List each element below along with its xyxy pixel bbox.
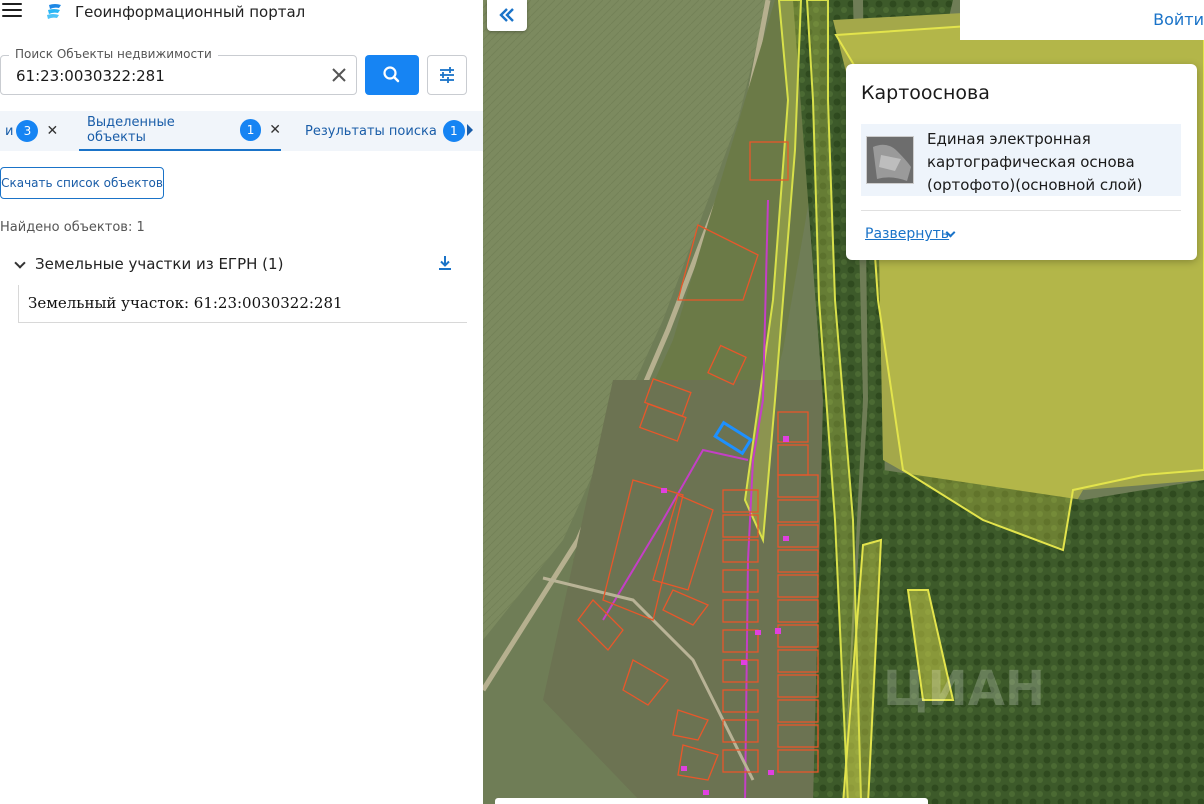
tab-count-badge: 3 (16, 120, 39, 142)
search-input[interactable]: 61:23:0030322:281 (16, 67, 165, 85)
app-title: Геоинформационный портал (75, 3, 306, 21)
tab-label: Выделенные объекты (87, 115, 175, 145)
result-group-label: Земельные участки из ЕГРН (1) (35, 255, 284, 273)
tab-partial[interactable]: и 3 ✕ (5, 111, 58, 151)
filter-button[interactable] (427, 55, 467, 95)
basemap-panel: Картооснова Единая электронная картограф… (846, 64, 1197, 260)
download-icon[interactable] (437, 254, 453, 272)
layer-label: Единая электронная картографическая осно… (927, 130, 1143, 194)
close-icon[interactable]: ✕ (269, 122, 281, 138)
search-button[interactable] (365, 55, 419, 95)
basemap-title: Картооснова (861, 82, 990, 104)
bottom-panel-handle[interactable] (495, 798, 928, 804)
scroll-right-icon[interactable] (467, 124, 473, 136)
app-root: Геоинформационный портал Поиск Объекты н… (0, 0, 1204, 804)
close-icon[interactable]: ✕ (46, 123, 58, 139)
menu-icon[interactable] (2, 3, 22, 19)
login-area: Войти (960, 0, 1204, 40)
collapse-panel-button[interactable] (487, 0, 527, 31)
search-icon (383, 66, 400, 83)
double-chevron-left-icon (499, 8, 514, 22)
sliders-icon (440, 67, 454, 83)
tab-count-badge: 1 (442, 120, 465, 142)
portal-logo-icon (47, 4, 61, 19)
chevron-down-icon[interactable] (14, 257, 26, 269)
tab-label: Результаты поиска (305, 123, 437, 139)
layer-thumbnail (866, 136, 914, 184)
left-panel: Геоинформационный портал Поиск Объекты н… (0, 0, 483, 804)
search-field-label: Поиск Объекты недвижимости (9, 47, 218, 61)
result-list-item[interactable]: Земельный участок: 61:23:0030322:281 (18, 285, 467, 323)
result-item-label: Земельный участок: 61:23:0030322:281 (28, 294, 343, 312)
login-link[interactable]: Войти (1153, 10, 1204, 29)
tab-count-badge: 1 (239, 119, 262, 141)
clear-icon[interactable] (328, 64, 350, 86)
basemap-layer-item[interactable]: Единая электронная картографическая осно… (861, 124, 1181, 196)
download-list-button[interactable]: Скачать список объектов (0, 167, 164, 199)
divider (861, 210, 1181, 211)
search-field[interactable]: Поиск Объекты недвижимости 61:23:0030322… (0, 47, 357, 95)
found-count: Найдено объектов: 1 (0, 220, 145, 235)
tabs-bar: и 3 ✕ Выделенные объекты 1 ✕ Результаты … (0, 111, 483, 151)
tab-search-results[interactable]: Результаты поиска 1 (305, 111, 465, 151)
tab-selected-objects[interactable]: Выделенные объекты 1 ✕ (79, 111, 281, 151)
expand-link[interactable]: Развернуть (865, 226, 949, 242)
tab-label: и (5, 123, 14, 139)
top-bar: Геоинформационный портал (0, 0, 483, 26)
result-group-header[interactable]: Земельные участки из ЕГРН (1) (0, 250, 467, 278)
watermark-text: ЦИАН (883, 661, 1045, 717)
